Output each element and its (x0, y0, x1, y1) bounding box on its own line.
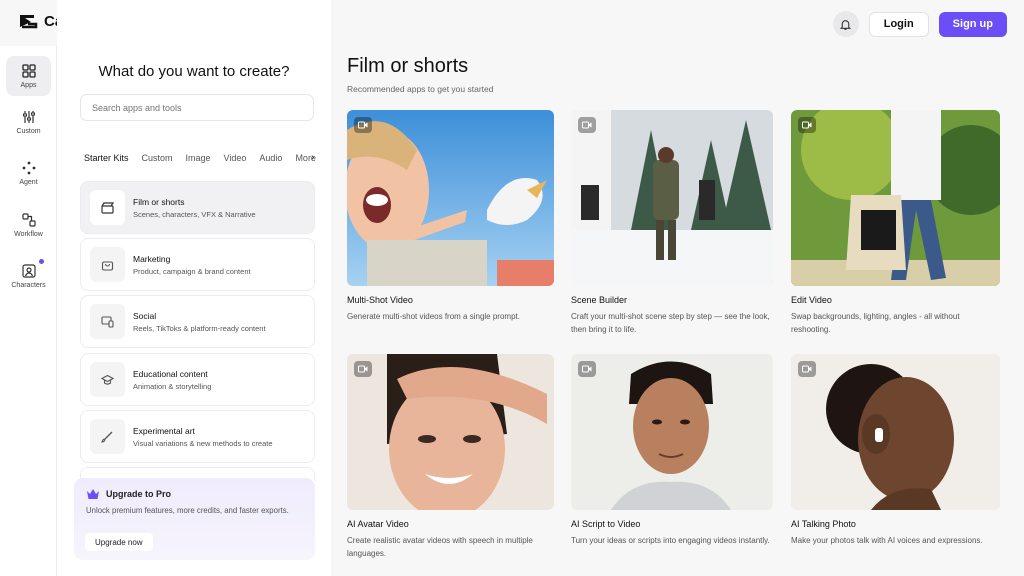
login-button[interactable]: Login (868, 11, 929, 37)
rail-item-agent[interactable]: Agent (6, 153, 51, 193)
rail-label: Agent (19, 178, 38, 186)
kit-social[interactable]: Social Reels, TikToks & platform-ready co… (80, 295, 315, 348)
clapper-icon (90, 190, 125, 225)
card-title: AI Script to Video (571, 519, 641, 529)
app-card-scene-builder[interactable]: Scene Builder Craft your multi-shot scen… (571, 110, 773, 336)
rail-label: Workflow (14, 230, 43, 238)
card-title: AI Talking Photo (791, 519, 856, 529)
kit-name: Social (133, 310, 157, 321)
kit-marketing[interactable]: Marketing Product, campaign & brand conte… (80, 238, 315, 291)
crown-icon (87, 489, 99, 499)
app-card-ai-avatar-video[interactable]: AI Avatar Video Create realistic avatar … (347, 354, 554, 560)
capcut-logo-icon (20, 15, 38, 29)
page-subtitle: Recommended apps to get you started (347, 84, 494, 94)
rail-item-workflow[interactable]: Workflow (6, 205, 51, 245)
upgrade-card: Upgrade to Pro Unlock premium features, … (74, 478, 315, 560)
kit-experimental-art[interactable]: Experimental art Visual variations & new … (80, 410, 315, 463)
rail-label: Custom (16, 127, 41, 135)
upgrade-button[interactable]: Upgrade now (85, 533, 153, 551)
card-desc: Craft your multi-shot scene step by step… (571, 312, 770, 334)
category-tabs: Starter Kits Custom Image Video Audio Mo… (84, 153, 322, 163)
video-icon (354, 117, 372, 133)
app-card-ai-talking-photo[interactable]: AI Talking Photo Make your photos talk w… (791, 354, 1000, 547)
kit-desc: Scenes, characters, VFX & Narrative (133, 209, 256, 219)
app-card-edit-video[interactable]: Edit Video Swap backgrounds, lighting, a… (791, 110, 1000, 336)
card-title: Edit Video (791, 295, 832, 305)
app-card-multi-shot-video[interactable]: Multi-Shot Video Generate multi-shot vid… (347, 110, 554, 323)
card-desc: Make your photos talk with AI voices and… (791, 536, 983, 545)
header-actions: Login Sign up (832, 11, 1007, 37)
notification-dot (39, 259, 44, 264)
kit-name: Marketing (133, 253, 171, 264)
page-title: Film or shorts (347, 55, 469, 77)
kit-name: Film or shorts (133, 196, 185, 207)
video-icon (578, 361, 596, 377)
card-thumbnail (791, 354, 1000, 510)
create-panel: What do you want to create? Starter Kits… (57, 0, 331, 576)
card-desc: Create realistic avatar videos with spee… (347, 536, 533, 558)
panel-title: What do you want to create? (98, 63, 290, 80)
workflow-icon (21, 212, 36, 227)
notifications-button[interactable] (832, 11, 859, 37)
devices-icon (90, 304, 125, 339)
rail-label: Characters (11, 281, 46, 289)
rail-item-apps[interactable]: Apps (6, 56, 51, 96)
video-icon (354, 361, 372, 377)
card-thumbnail (571, 354, 773, 510)
grid-icon (21, 63, 36, 78)
video-icon (578, 117, 596, 133)
kit-name: Educational content (133, 368, 208, 379)
video-icon (798, 361, 816, 377)
rail-item-characters[interactable]: Characters (6, 256, 51, 296)
left-rail: Apps Custom Agent Workflow Characters (0, 46, 57, 576)
kit-desc: Animation & storytelling (133, 381, 212, 391)
kit-film-or-shorts[interactable]: Film or shorts Scenes, characters, VFX & … (80, 181, 315, 234)
card-thumbnail (791, 110, 1000, 286)
card-desc: Swap backgrounds, lighting, angles - all… (791, 312, 960, 334)
signup-button[interactable]: Sign up (938, 11, 1007, 37)
card-desc: Generate multi-shot videos from a single… (347, 312, 520, 321)
video-icon (798, 117, 816, 133)
characters-icon (21, 263, 36, 278)
bag-icon (90, 247, 125, 282)
card-title: Multi-Shot Video (347, 295, 413, 305)
card-thumbnail (347, 110, 554, 286)
rail-item-custom[interactable]: Custom (6, 102, 51, 142)
app-card-ai-script-to-video[interactable]: AI Script to Video Turn your ideas or sc… (571, 354, 773, 547)
sparkle-icon (22, 161, 35, 174)
kit-desc: Visual variations & new methods to creat… (133, 438, 273, 448)
kit-name: Experimental art (133, 425, 195, 436)
bell-icon (840, 19, 852, 30)
upgrade-desc: Unlock premium features, more credits, a… (86, 506, 289, 515)
sliders-icon (22, 110, 35, 123)
kit-educational-content[interactable]: Educational content Animation & storytell… (80, 353, 315, 406)
card-thumbnail (571, 110, 773, 286)
mortarboard-icon (90, 362, 125, 397)
rail-label: Apps (20, 81, 37, 89)
tab-starter-kits[interactable]: Starter Kits (84, 153, 129, 163)
kit-desc: Product, campaign & brand content (133, 266, 251, 276)
card-desc: Turn your ideas or scripts into engaging… (571, 536, 770, 545)
tab-custom[interactable]: Custom (142, 153, 173, 163)
chevron-right-icon[interactable]: › (311, 152, 314, 163)
card-title: AI Avatar Video (347, 519, 409, 529)
tab-audio[interactable]: Audio (259, 153, 282, 163)
card-title: Scene Builder (571, 295, 628, 305)
tab-image[interactable]: Image (186, 153, 211, 163)
upgrade-title: Upgrade to Pro (106, 489, 172, 499)
kit-desc: Reels, TikToks & platform-ready content (133, 323, 266, 333)
card-thumbnail (347, 354, 554, 510)
brush-icon (90, 419, 125, 454)
tab-video[interactable]: Video (224, 153, 247, 163)
search-input[interactable] (80, 94, 314, 121)
